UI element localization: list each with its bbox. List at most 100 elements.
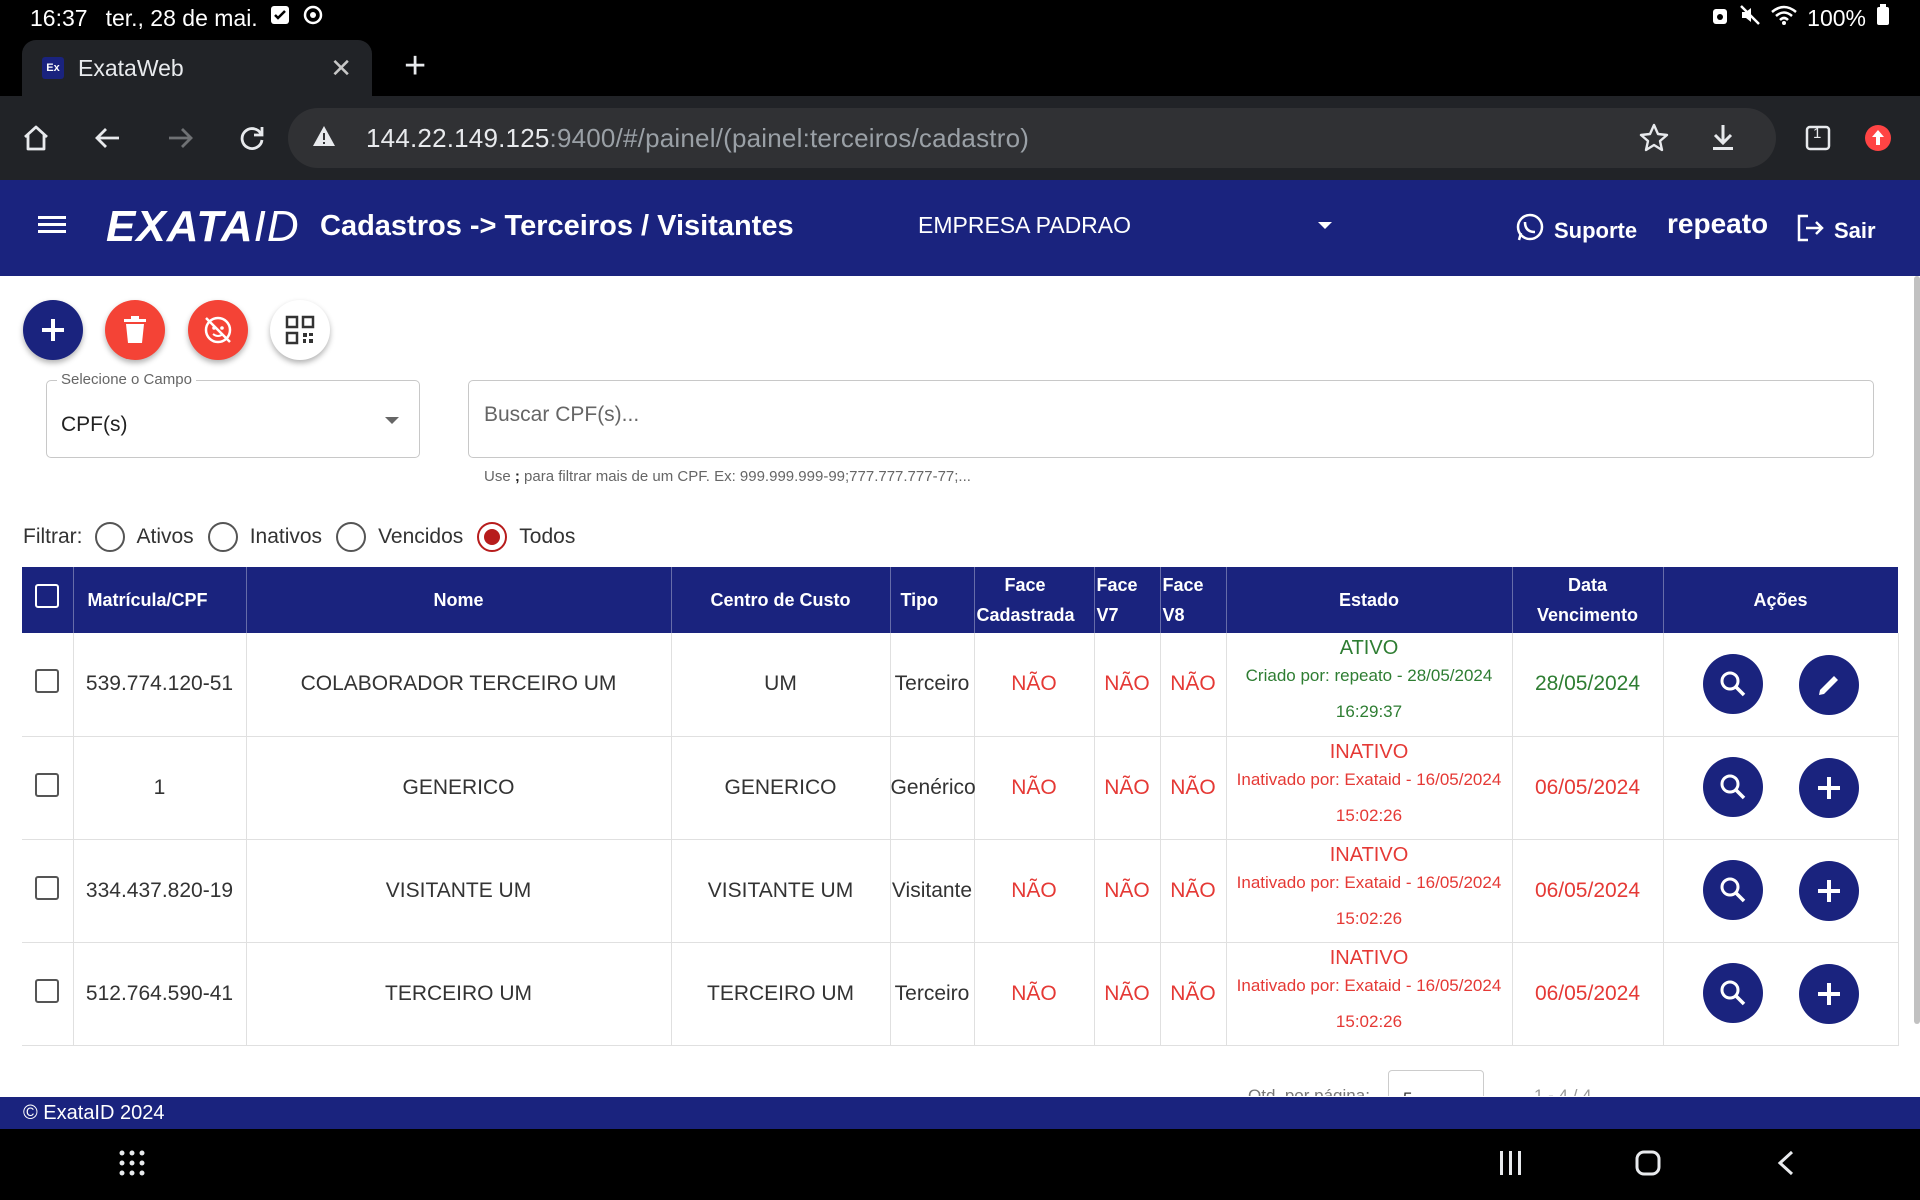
support-button[interactable]: Suporte [1514, 212, 1637, 250]
url-text[interactable]: 144.22.149.125:9400/#/painel/(painel:ter… [366, 123, 1029, 154]
page-size-label: Qtd. por página: [1248, 1086, 1370, 1096]
table-row[interactable]: 512.764.590-41 TERCEIRO UM TERCEIRO UM T… [22, 942, 1899, 1046]
cell-face-cadastrada: NÃO [974, 633, 1095, 737]
close-icon[interactable]: ✕ [330, 53, 352, 84]
cell-centro: UM [671, 633, 891, 737]
col-tipo[interactable]: Tipo [890, 567, 975, 633]
trash-icon [124, 316, 146, 343]
page-range: 1 - 4 / 4 [1534, 1086, 1592, 1096]
radio-circle[interactable] [477, 522, 508, 552]
radio-vencidos[interactable]: Vencidos [336, 522, 463, 552]
cell-vencimento: 06/05/2024 [1512, 942, 1664, 1046]
back-nav-icon[interactable] [1774, 1149, 1798, 1182]
cell-face-v7: NÃO [1094, 736, 1161, 840]
search-icon [1720, 671, 1745, 696]
radio-ativos[interactable]: Ativos [94, 522, 194, 552]
cell-estado: INATIVO Inativado por: Exataid - 16/05/20… [1226, 736, 1513, 840]
col-centro-custo[interactable]: Centro de Custo [671, 567, 891, 633]
back-arrow-icon[interactable] [82, 112, 134, 164]
select-all-checkbox[interactable] [35, 583, 60, 608]
company-selector[interactable]: EMPRESA PADRAO [918, 212, 1131, 239]
row-checkbox[interactable] [35, 978, 60, 1003]
delete-button[interactable] [105, 300, 165, 360]
reactivate-button[interactable] [1798, 861, 1859, 921]
status-filter: Filtrar: Ativos Inativos Vencidos Todos [23, 520, 589, 554]
table-row[interactable]: 539.774.120-51 COLABORADOR TERCEIRO UM U… [22, 633, 1899, 737]
browser-tab[interactable]: Ex ExataWeb ✕ [22, 40, 372, 96]
view-button[interactable] [1702, 757, 1763, 817]
home-nav-icon[interactable] [1634, 1149, 1662, 1182]
estado-time: 16:29:37 [1335, 702, 1403, 722]
col-estado[interactable]: Estado [1226, 567, 1513, 633]
view-button[interactable] [1702, 963, 1763, 1023]
col-data-vencimento[interactable]: Data Vencimento [1512, 567, 1664, 633]
col-face-v7[interactable]: Face V7 [1094, 567, 1161, 633]
page-scrollbar[interactable] [1914, 276, 1920, 1024]
col-face-v8[interactable]: Face V8 [1160, 567, 1227, 633]
cell-tipo: Terceiro [890, 942, 975, 1046]
radio-circle[interactable] [94, 522, 125, 552]
radio-inativos[interactable]: Inativos [207, 522, 322, 552]
reload-icon[interactable] [226, 112, 278, 164]
row-checkbox[interactable] [35, 669, 60, 694]
address-bar[interactable]: 144.22.149.125:9400/#/painel/(painel:ter… [288, 108, 1776, 168]
radio-todos[interactable]: Todos [477, 522, 575, 552]
col-face-cadastrada[interactable]: Face Cadastrada [974, 567, 1095, 633]
search-field[interactable] [468, 380, 1874, 458]
cell-nome: COLABORADOR TERCEIRO UM [246, 633, 672, 737]
estado-status: INATIVO [1329, 946, 1409, 969]
field-selector[interactable]: Selecione o Campo CPF(s) [46, 371, 420, 458]
row-checkbox[interactable] [35, 772, 60, 797]
cell-face-cadastrada: NÃO [974, 839, 1095, 943]
app-drawer-icon[interactable] [118, 1149, 146, 1182]
forward-arrow-icon[interactable] [154, 112, 206, 164]
hamburger-menu-icon[interactable] [38, 214, 66, 241]
radio-circle[interactable] [336, 522, 367, 552]
estado-detail: Inativado por: Exataid - 16/05/2024 [1236, 975, 1502, 995]
col-matricula[interactable]: Matrícula/CPF [73, 567, 247, 633]
dropdown-arrow-icon[interactable] [385, 417, 399, 424]
star-icon[interactable] [1638, 122, 1670, 159]
chevron-down-icon[interactable] [1318, 222, 1332, 229]
cell-matricula: 1 [73, 736, 247, 840]
url-path: :9400/#/painel/(painel:terceiros/cadastr… [549, 122, 1030, 153]
reactivate-button[interactable] [1798, 964, 1859, 1024]
edit-button[interactable] [1798, 654, 1859, 715]
cell-nome: VISITANTE UM [246, 839, 672, 943]
logout-button[interactable]: Sair [1794, 212, 1876, 250]
estado-time: 15:02:26 [1335, 805, 1403, 825]
cell-estado: INATIVO Inativado por: Exataid - 16/05/20… [1226, 942, 1513, 1046]
radio-circle[interactable] [207, 522, 238, 552]
tab-switcher-icon[interactable]: 1 [1792, 112, 1844, 164]
plus-icon [1817, 983, 1840, 1005]
not-secure-warning-icon[interactable] [312, 125, 336, 152]
cell-actions [1663, 942, 1899, 1046]
table-row[interactable]: 334.437.820-19 VISITANTE UM VISITANTE UM… [22, 839, 1899, 943]
col-nome[interactable]: Nome [246, 567, 672, 633]
page-size-value: 5 [1403, 1089, 1412, 1096]
add-button[interactable] [23, 300, 83, 360]
download-icon[interactable] [1708, 122, 1738, 159]
view-button[interactable] [1702, 860, 1763, 920]
qr-code-button[interactable] [270, 300, 330, 360]
cell-matricula: 539.774.120-51 [73, 633, 247, 737]
cell-tipo: Genérico [890, 736, 976, 840]
support-label: Suporte [1554, 218, 1638, 243]
search-input[interactable] [484, 403, 1854, 427]
search-hint: Use ; para filtrar mais de um CPF. Ex: 9… [484, 468, 971, 485]
new-tab-icon[interactable]: + [404, 42, 426, 90]
cell-actions [1663, 736, 1899, 840]
row-checkbox[interactable] [35, 875, 60, 900]
view-button[interactable] [1702, 653, 1763, 714]
disable-face-button[interactable] [188, 300, 248, 360]
table-header-row: Matrícula/CPF Nome Centro de Custo Tipo … [22, 567, 1899, 633]
field-selector-value: CPF(s) [61, 413, 128, 436]
reactivate-button[interactable] [1798, 758, 1859, 818]
profile-update-icon[interactable] [1852, 112, 1904, 164]
row-select-cell [22, 633, 74, 737]
recent-apps-icon[interactable] [1498, 1149, 1524, 1182]
table-row[interactable]: 1 GENERICO GENERICO Genérico NÃO NÃO NÃO… [22, 736, 1899, 840]
home-icon[interactable] [10, 112, 62, 164]
page-size-select[interactable]: 5 [1388, 1070, 1484, 1096]
url-host: 144.22.149.125 [366, 122, 550, 153]
